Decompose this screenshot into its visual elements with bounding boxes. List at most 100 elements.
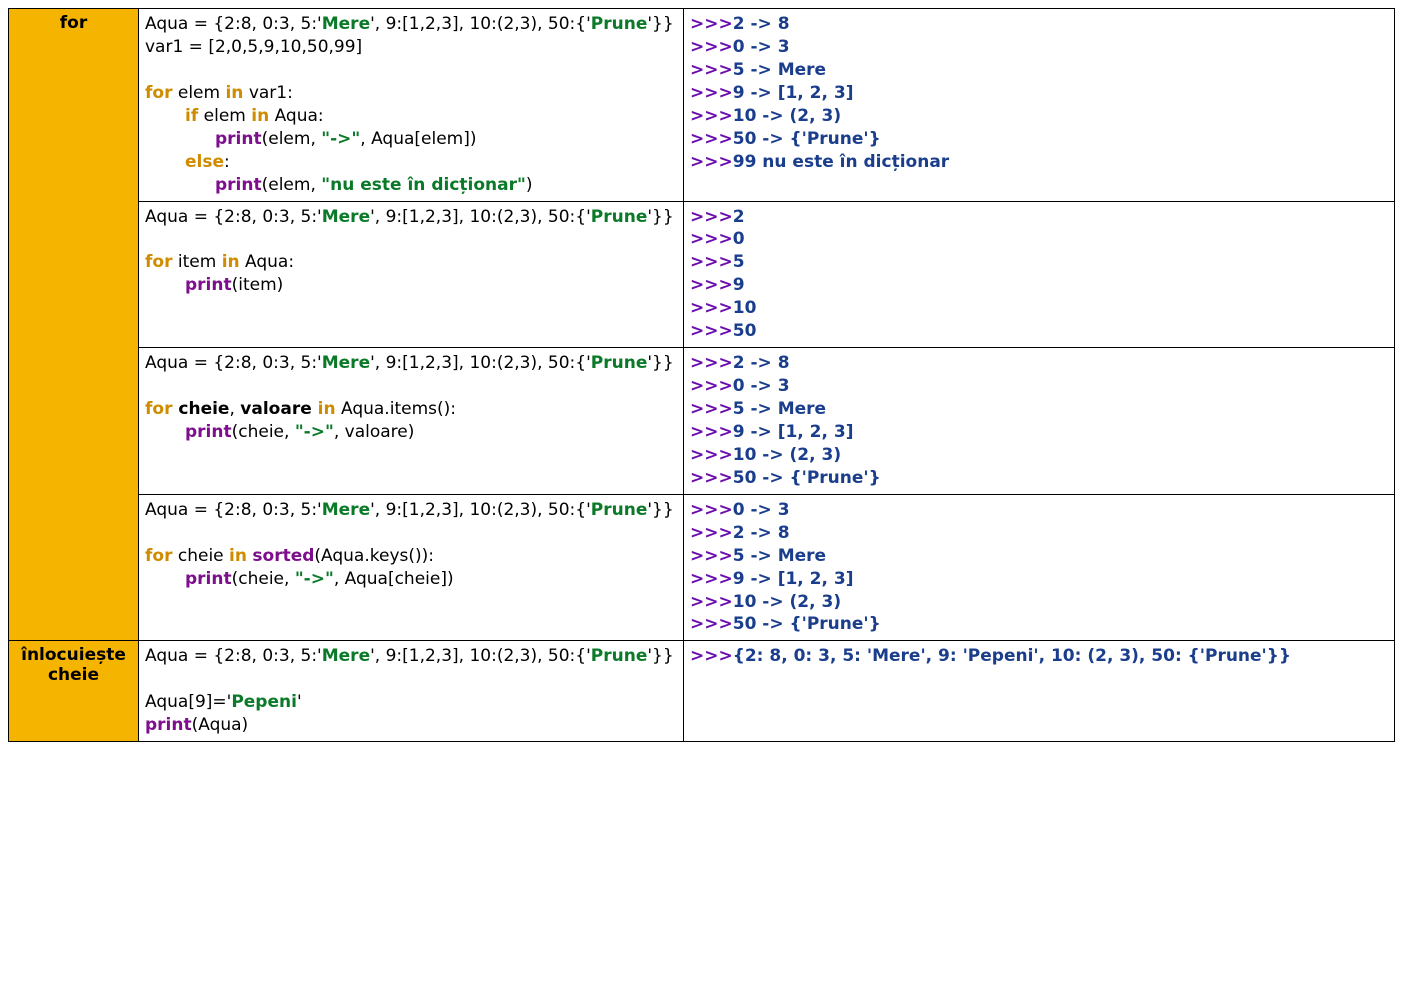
- t: (cheie,: [232, 422, 295, 442]
- p: >>>: [690, 399, 733, 419]
- t: print: [185, 275, 232, 295]
- t: in: [225, 83, 243, 103]
- p: >>>: [690, 152, 733, 172]
- t: (elem,: [262, 175, 322, 195]
- t: for: [145, 83, 172, 103]
- p: >>>: [690, 321, 733, 341]
- o: 10 -> (2, 3): [733, 592, 841, 612]
- t: Mere: [322, 207, 370, 227]
- t: Prune: [591, 646, 648, 666]
- code-r1: Aqua = {2:8, 0:3, 5:'Mere', 9:[1,2,3], 1…: [139, 9, 684, 202]
- t: ', 9:[1,2,3], 10:(2,3), 50:{': [370, 14, 591, 34]
- t: for: [145, 546, 172, 566]
- t: ', 9:[1,2,3], 10:(2,3), 50:{': [370, 353, 591, 373]
- t: print: [215, 129, 262, 149]
- t: cheie: [172, 546, 229, 566]
- o: 50: [733, 321, 757, 341]
- o: {2: 8, 0: 3, 5: 'Mere', 9: 'Pepeni', 10:…: [733, 646, 1291, 666]
- p: >>>: [690, 60, 733, 80]
- p: >>>: [690, 252, 733, 272]
- t: if: [185, 106, 198, 126]
- code-r5: Aqua = {2:8, 0:3, 5:'Mere', 9:[1,2,3], 1…: [139, 641, 684, 742]
- t: var1:: [243, 83, 292, 103]
- o: 0: [733, 229, 745, 249]
- o: 9: [733, 275, 745, 295]
- p: >>>: [690, 592, 733, 612]
- o: 9 -> [1, 2, 3]: [733, 422, 854, 442]
- o: 50 -> {'Prune'}: [733, 614, 881, 634]
- t: Aqua[9]=': [145, 692, 231, 712]
- o: 2: [733, 207, 745, 227]
- t: (elem,: [262, 129, 322, 149]
- t: Aqua.items():: [336, 399, 456, 419]
- t: Aqua = {2:8, 0:3, 5:': [145, 646, 322, 666]
- p: >>>: [690, 37, 733, 57]
- p: >>>: [690, 523, 733, 543]
- p: >>>: [690, 468, 733, 488]
- p: >>>: [690, 646, 733, 666]
- code-r3: Aqua = {2:8, 0:3, 5:'Mere', 9:[1,2,3], 1…: [139, 348, 684, 495]
- p: >>>: [690, 275, 733, 295]
- t: ': [297, 692, 302, 712]
- t: ', 9:[1,2,3], 10:(2,3), 50:{': [370, 500, 591, 520]
- label-replace: înlocuiește cheie: [9, 641, 139, 742]
- o: 10: [733, 298, 757, 318]
- p: >>>: [690, 353, 733, 373]
- p: >>>: [690, 129, 733, 149]
- o: 50 -> {'Prune'}: [733, 468, 881, 488]
- t: , Aqua[elem]): [360, 129, 476, 149]
- t: "->": [295, 422, 334, 442]
- p: >>>: [690, 546, 733, 566]
- t: Aqua:: [240, 252, 294, 272]
- o: 50 -> {'Prune'}: [733, 129, 881, 149]
- p: >>>: [690, 106, 733, 126]
- t: else: [185, 152, 224, 172]
- t: Prune: [591, 353, 648, 373]
- o: 10 -> (2, 3): [733, 445, 841, 465]
- t: "nu este în dicționar": [321, 175, 526, 195]
- t: in: [229, 546, 247, 566]
- t: elem: [198, 106, 251, 126]
- p: >>>: [690, 500, 733, 520]
- t: print: [185, 422, 232, 442]
- t: for: [145, 399, 172, 419]
- p: >>>: [690, 83, 733, 103]
- o: 9 -> [1, 2, 3]: [733, 569, 854, 589]
- o: 5 -> Mere: [733, 399, 826, 419]
- t: cheie: [172, 399, 229, 419]
- t: valoare: [240, 399, 317, 419]
- t: Prune: [591, 14, 648, 34]
- o: 10 -> (2, 3): [733, 106, 841, 126]
- output-r5: >>>{2: 8, 0: 3, 5: 'Mere', 9: 'Pepeni', …: [684, 641, 1395, 742]
- t: ', 9:[1,2,3], 10:(2,3), 50:{': [370, 646, 591, 666]
- t: '}}: [647, 207, 673, 227]
- t: '}}: [647, 500, 673, 520]
- t: (cheie,: [232, 569, 295, 589]
- p: >>>: [690, 445, 733, 465]
- t: '}}: [647, 353, 673, 373]
- t: in: [251, 106, 269, 126]
- o: 9 -> [1, 2, 3]: [733, 83, 854, 103]
- output-r2: >>>2 >>>0 >>>5 >>>9 >>>10 >>>50: [684, 201, 1395, 348]
- t: Aqua = {2:8, 0:3, 5:': [145, 207, 322, 227]
- t: Pepeni: [231, 692, 297, 712]
- label-for: for: [9, 9, 139, 641]
- code-r2: Aqua = {2:8, 0:3, 5:'Mere', 9:[1,2,3], 1…: [139, 201, 684, 348]
- t: print: [185, 569, 232, 589]
- o: 2 -> 8: [733, 14, 790, 34]
- o: 2 -> 8: [733, 353, 790, 373]
- t: Aqua = {2:8, 0:3, 5:': [145, 14, 322, 34]
- t: var1 = [2,0,5,9,10,50,99]: [145, 37, 362, 57]
- t: print: [215, 175, 262, 195]
- t: , Aqua[cheie]): [334, 569, 454, 589]
- t: (Aqua.keys()):: [314, 546, 434, 566]
- t: in: [318, 399, 336, 419]
- t: ): [526, 175, 533, 195]
- t: in: [222, 252, 240, 272]
- o: 0 -> 3: [733, 500, 790, 520]
- code-examples-table: for Aqua = {2:8, 0:3, 5:'Mere', 9:[1,2,3…: [8, 8, 1395, 742]
- p: >>>: [690, 422, 733, 442]
- t: for: [145, 252, 172, 272]
- t: Aqua:: [269, 106, 323, 126]
- code-r4: Aqua = {2:8, 0:3, 5:'Mere', 9:[1,2,3], 1…: [139, 494, 684, 641]
